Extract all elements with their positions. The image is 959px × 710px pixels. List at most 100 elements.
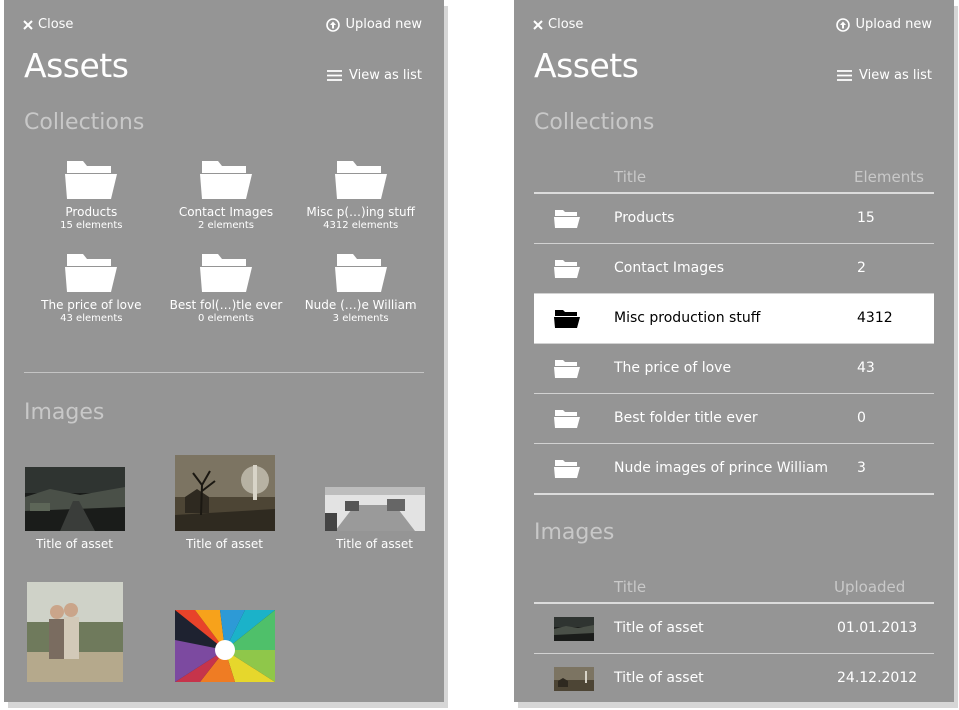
collection-count: 2 elements	[197, 220, 254, 231]
image-title: Title of asset	[336, 537, 413, 551]
upload-icon	[326, 17, 341, 32]
close-icon	[23, 19, 33, 30]
collection-elements: 43	[857, 360, 875, 376]
collection-elements: 3	[857, 460, 866, 476]
image-thumbnail	[24, 467, 125, 531]
collection-elements: 15	[857, 210, 875, 226]
image-uploaded-date: 24.12.2012	[837, 670, 918, 686]
collection-row[interactable]: Products 15	[534, 194, 934, 244]
collections-table: Title Elements Products 15 Contact Image…	[534, 162, 934, 495]
collection-title: Products	[614, 210, 675, 226]
image-thumbnail	[554, 667, 594, 691]
panel-topbar: Close Upload new	[4, 17, 444, 39]
image-row[interactable]: Title of asset 01.01.2013	[534, 604, 934, 654]
collection-tile[interactable]: Best fol(…)tle ever 0 elements	[159, 251, 294, 324]
collection-title: Nude (…)e William	[304, 298, 417, 312]
collection-row[interactable]: The price of love 43	[534, 344, 934, 394]
image-tile[interactable]: Title of asset	[174, 455, 275, 551]
collection-tile[interactable]: Misc p(…)ing stuff 4312 elements	[293, 158, 428, 231]
folder-icon	[554, 460, 580, 478]
collection-tile[interactable]: The price of love 43 elements	[24, 251, 159, 324]
column-header-elements[interactable]: Elements	[854, 168, 924, 186]
image-tile[interactable]: Title of asset	[24, 467, 125, 551]
image-tile[interactable]: Title of asset	[324, 487, 425, 551]
collection-count: 0 elements	[197, 313, 254, 324]
image-title: Title of asset	[614, 670, 704, 686]
upload-label: Upload new	[345, 17, 422, 32]
list-icon	[327, 70, 343, 81]
folder-icon	[199, 254, 252, 292]
image-thumbnail	[174, 610, 275, 682]
close-label: Close	[548, 17, 584, 32]
collection-count: 4312 elements	[323, 220, 399, 231]
collection-title: Best folder title ever	[614, 410, 758, 426]
collections-grid: Products 15 elements Contact Images 2 el…	[24, 158, 428, 324]
close-button[interactable]: Close	[533, 17, 583, 32]
collection-title: Misc production stuff	[614, 310, 761, 326]
collections-heading: Collections	[534, 110, 655, 135]
images-table: Title Uploaded Title of asset 01.01.2013…	[534, 572, 934, 702]
view-as-list-button[interactable]: View as list	[837, 68, 932, 83]
collection-row-selected[interactable]: Misc production stuff 4312	[534, 294, 934, 344]
collection-elements: 2	[857, 260, 866, 276]
folder-icon	[65, 254, 118, 292]
upload-label: Upload new	[855, 17, 932, 32]
column-header-title[interactable]: Title	[614, 168, 646, 186]
collection-row[interactable]: Nude images of prince William 3	[534, 444, 934, 495]
folder-icon	[65, 161, 118, 199]
collection-elements: 0	[857, 410, 866, 426]
panel-topbar: Close Upload new	[514, 17, 954, 39]
image-title: Title of asset	[186, 537, 263, 551]
upload-new-button[interactable]: Upload new	[836, 17, 932, 32]
folder-icon	[554, 410, 580, 428]
upload-icon	[836, 17, 851, 32]
collection-title: Contact Images	[614, 260, 725, 276]
collection-row[interactable]: Contact Images 2	[534, 244, 934, 294]
image-thumbnail	[324, 487, 425, 531]
close-icon	[533, 19, 543, 30]
collection-tile[interactable]: Products 15 elements	[24, 158, 159, 231]
view-as-list-label: View as list	[859, 68, 932, 83]
collection-row[interactable]: Best folder title ever 0	[534, 394, 934, 444]
view-as-list-button[interactable]: View as list	[327, 68, 422, 83]
close-label: Close	[38, 17, 74, 32]
image-thumbnail	[26, 582, 123, 682]
collection-title: Best fol(…)tle ever	[169, 298, 283, 312]
upload-new-button[interactable]: Upload new	[326, 17, 422, 32]
collection-count: 15 elements	[60, 220, 123, 231]
collection-tile[interactable]: Nude (…)e William 3 elements	[293, 251, 428, 324]
column-header-title[interactable]: Title	[614, 578, 646, 596]
image-row[interactable]: Title of asset 24.12.2012	[534, 654, 934, 702]
folder-icon	[334, 254, 387, 292]
collection-title: The price of love	[614, 360, 732, 376]
collection-title: Contact Images	[178, 205, 274, 219]
collection-title: Products	[65, 205, 118, 219]
image-tile[interactable]	[174, 610, 275, 682]
collections-heading: Collections	[24, 110, 145, 135]
images-heading: Images	[534, 520, 615, 545]
folder-icon	[554, 260, 580, 278]
collection-tile[interactable]: Contact Images 2 elements	[159, 158, 294, 231]
assets-panel-list-view: Close Upload new Assets View as list Col…	[514, 0, 954, 702]
collection-title: Nude images of prince William	[614, 460, 829, 476]
collections-table-header: Title Elements	[534, 162, 934, 194]
image-uploaded-date: 01.01.2013	[837, 620, 918, 636]
collection-title: The price of love	[41, 298, 142, 312]
images-table-header: Title Uploaded	[534, 572, 934, 604]
image-thumbnail	[174, 455, 275, 531]
folder-icon	[554, 360, 580, 378]
images-heading: Images	[24, 400, 105, 425]
collection-title: Misc p(…)ing stuff	[306, 205, 415, 219]
close-button[interactable]: Close	[23, 17, 73, 32]
collection-count: 3 elements	[332, 313, 389, 324]
folder-icon	[334, 161, 387, 199]
view-as-list-label: View as list	[349, 68, 422, 83]
collection-count: 43 elements	[60, 313, 123, 324]
image-tile[interactable]	[24, 582, 125, 682]
folder-icon	[199, 161, 252, 199]
section-divider	[24, 372, 424, 373]
collection-elements: 4312	[857, 310, 893, 326]
page-title: Assets	[24, 46, 129, 85]
folder-icon	[554, 310, 580, 328]
column-header-uploaded[interactable]: Uploaded	[834, 578, 905, 596]
